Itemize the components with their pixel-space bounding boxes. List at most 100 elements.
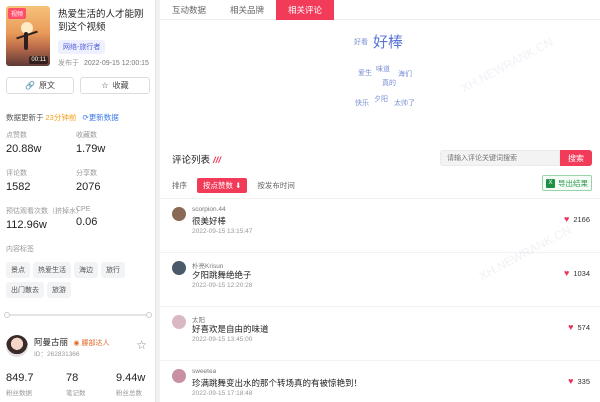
- bottom-stat-label: 粉丝总数: [116, 390, 142, 397]
- video-duration: 00:11: [29, 56, 48, 64]
- author-card[interactable]: 阿曼古丽 ◉ 腰部达人 ID：262831366 ☆: [6, 335, 151, 359]
- comment-user[interactable]: sweetea: [192, 368, 216, 375]
- stat-value: 20.88w: [6, 143, 42, 155]
- comment-like-count: 574: [577, 322, 590, 332]
- bottom-stat-label: 粉丝数据: [6, 390, 32, 397]
- stat-shares: 分享数 2076: [76, 168, 100, 193]
- comment-date: 2022-09-15 13:15:47: [192, 228, 253, 235]
- stat-favorites: 收藏数 1.79w: [76, 130, 105, 155]
- comment-item: scorpion.44 很美好棒 2022-09-15 13:15:47 ♥ 21…: [160, 198, 600, 250]
- comment-avatar[interactable]: [172, 207, 186, 221]
- stat-value: 0.06: [76, 216, 98, 228]
- comment-user[interactable]: scorpion.44: [192, 206, 226, 213]
- comment-avatar[interactable]: [172, 369, 186, 383]
- cloud-word: 海们: [398, 71, 412, 78]
- bottom-stat-value: 849.7: [6, 372, 34, 384]
- follow-star-icon[interactable]: ☆: [136, 338, 147, 352]
- comment-search-input[interactable]: [440, 150, 560, 166]
- content-tag[interactable]: 热爱生活: [33, 262, 71, 278]
- tab-related-brands[interactable]: 相关品牌: [218, 0, 276, 20]
- bars-icon: ///: [213, 155, 221, 166]
- source-button[interactable]: 🔗 原文: [6, 77, 74, 94]
- comment-like-count: 1034: [573, 268, 590, 278]
- slider-handle-left[interactable]: [4, 312, 10, 318]
- comment-likes: ♥ 574: [568, 322, 590, 332]
- content-tag[interactable]: 出门散去: [6, 282, 44, 298]
- heart-icon: ♥: [563, 214, 570, 224]
- video-category-tag: 网络-旅行者: [58, 40, 106, 54]
- heart-icon: ♥: [568, 376, 574, 386]
- stat-estimated-views: 预估观看次数（挤掉水） 112.96w: [6, 206, 83, 231]
- stat-value: 1.79w: [76, 143, 106, 155]
- author-avatar[interactable]: [6, 335, 28, 357]
- comment-date: 2022-09-15 13:45:00: [192, 336, 253, 343]
- cloud-word: 快乐: [355, 100, 369, 107]
- comment-text: 夕阳跳舞绝绝子: [192, 270, 252, 280]
- comment-avatar[interactable]: [172, 261, 186, 275]
- stat-comments: 评论数 1582: [6, 168, 30, 193]
- slider-handle-right[interactable]: [146, 312, 152, 318]
- video-title[interactable]: 热爱生活的人才能刚到这个视频: [58, 8, 150, 34]
- video-info-panel: 视频 00:11 热爱生活的人才能刚到这个视频 网络-旅行者 发布于 2022-…: [0, 0, 156, 402]
- content-tag[interactable]: 景点: [6, 262, 30, 278]
- update-label: 数据更新于: [6, 113, 44, 122]
- tab-interaction-data[interactable]: 互动数据: [160, 0, 218, 20]
- comment-avatar[interactable]: [172, 315, 186, 329]
- stat-likes: 点赞数 20.88w: [6, 130, 41, 155]
- bottom-stat-value: 9.44w: [116, 372, 146, 384]
- author-name-row: 阿曼古丽 ◉ 腰部达人: [34, 336, 109, 348]
- comment-like-count: 2166: [573, 214, 590, 224]
- detail-tabs: 互动数据 相关品牌 相关评论: [160, 0, 600, 20]
- detail-panel: 互动数据 相关品牌 相关评论 好看 好棒 爱生 味道 海们 真的 夕阳 快乐 太…: [160, 0, 600, 402]
- bottom-stat: 849.7 粉丝数据: [6, 372, 34, 397]
- stat-label: 点赞数: [6, 132, 27, 139]
- content-tags: 景点 热爱生活 海边 旅行出门散去 旅游: [6, 262, 154, 302]
- bottom-stat-value: 78: [66, 372, 79, 384]
- stat-value: 1582: [6, 181, 31, 193]
- refresh-data-label: 更新数据: [88, 113, 119, 122]
- comment-date: 2022-09-15 17:18:48: [192, 390, 253, 397]
- heart-icon: ♥: [563, 268, 570, 278]
- comment-like-count: 335: [577, 376, 590, 386]
- stat-label: 分享数: [76, 170, 97, 177]
- refresh-data-link[interactable]: ⟳更新数据: [82, 113, 118, 122]
- comment-likes: ♥ 1034: [564, 268, 590, 278]
- sort-by-likes-label: 按点赞数: [203, 181, 233, 190]
- stat-label: CPE: [76, 206, 91, 213]
- export-results-button[interactable]: X 导出结果: [542, 175, 592, 191]
- content-tag[interactable]: 海边: [74, 262, 98, 278]
- author-name[interactable]: 阿曼古丽: [34, 337, 68, 347]
- comment-date: 2022-09-15 12:20:28: [192, 282, 253, 289]
- panel-divider-slider[interactable]: [4, 312, 152, 318]
- content-tags-title: 内容标签: [6, 246, 34, 253]
- comment-list-title: 评论列表///: [172, 152, 221, 166]
- bottom-stat: 9.44w 粉丝总数: [116, 372, 145, 397]
- sort-options: 排序 按点赞数 ⬇ 按发布时间: [172, 178, 295, 193]
- sort-down-icon: ⬇: [235, 181, 242, 190]
- comment-word-cloud: 好看 好棒 爱生 味道 海们 真的 夕阳 快乐 太帅了: [160, 22, 600, 142]
- publish-date-label: 发布于: [58, 60, 79, 67]
- cloud-word: 好看: [354, 39, 368, 46]
- favorite-button-label: 收藏: [112, 81, 129, 90]
- comment-likes: ♥ 335: [568, 376, 590, 386]
- video-thumbnail[interactable]: 视频 00:11: [6, 6, 50, 66]
- comment-search-button[interactable]: 搜索: [560, 150, 592, 166]
- comment-text: 好喜欢是自由的味道: [192, 324, 269, 334]
- author-level-label: 腰部达人: [81, 340, 110, 347]
- favorite-button[interactable]: ☆ 收藏: [80, 77, 150, 94]
- publish-date: 发布于 2022-09-15 12:00:15: [58, 58, 149, 68]
- link-icon: 🔗: [25, 81, 35, 90]
- comment-item: 太阳 好喜欢是自由的味道 2022-09-15 13:45:00 ♥ 574: [160, 306, 600, 358]
- bottom-stat: 78 笔记数: [66, 372, 86, 397]
- sort-by-time-button[interactable]: 按发布时间: [257, 180, 295, 191]
- stat-label: 收藏数: [76, 132, 97, 139]
- stat-label: 预估观看次数（挤掉水）: [6, 208, 83, 215]
- content-tag[interactable]: 旅行: [101, 262, 125, 278]
- star-icon: ☆: [101, 81, 109, 90]
- data-update-info: 数据更新于 23分钟前 ⟳更新数据: [6, 112, 119, 123]
- sort-by-likes-button[interactable]: 按点赞数 ⬇: [197, 178, 248, 193]
- comment-list-title-text: 评论列表: [172, 155, 211, 166]
- cloud-word: 味道: [376, 66, 390, 73]
- tab-related-comments[interactable]: 相关评论: [276, 0, 335, 20]
- content-tag[interactable]: 旅游: [47, 282, 71, 298]
